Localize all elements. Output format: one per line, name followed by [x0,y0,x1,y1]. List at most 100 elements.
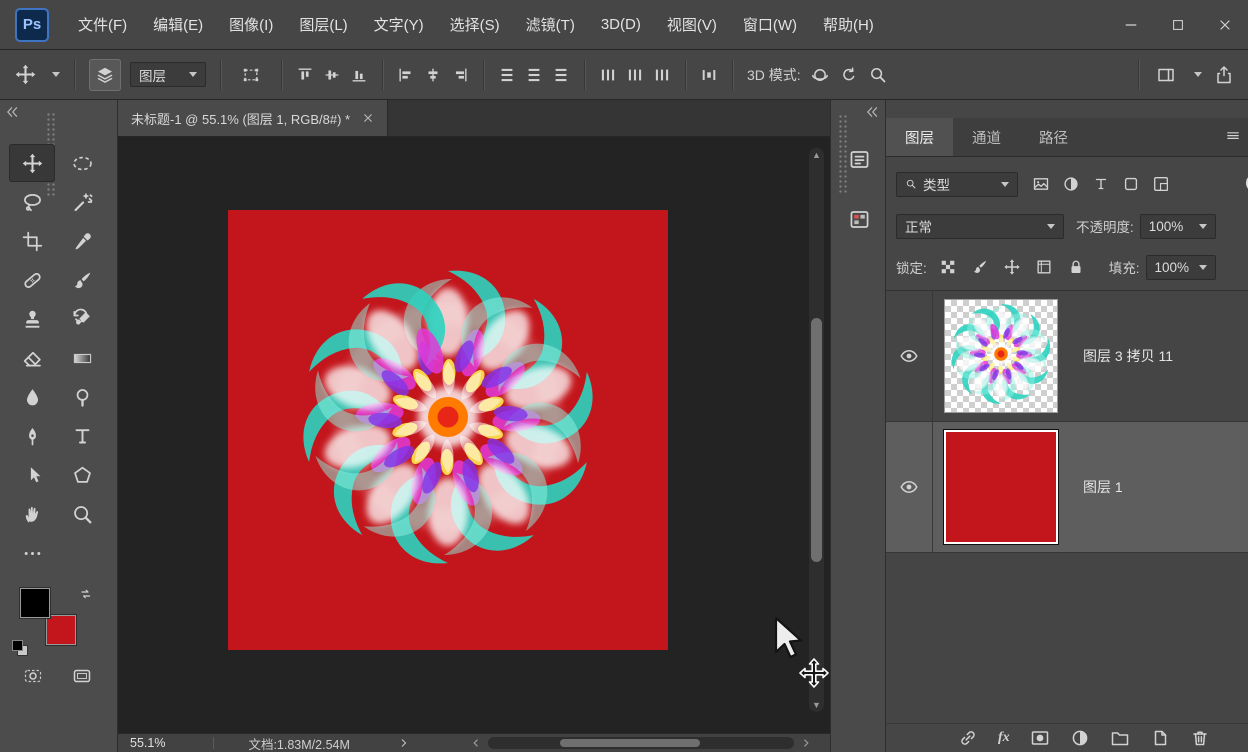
panel-tab-通道[interactable]: 通道 [953,118,1020,156]
auto-select-toggle[interactable] [89,58,121,91]
minimize-button[interactable] [1107,0,1154,49]
menu-item[interactable]: 帮助(H) [810,0,887,49]
layer-filter-dropdown[interactable]: 类型 [896,171,1018,197]
lock-position-icon[interactable] [1003,258,1021,276]
zoom-level-field[interactable]: 55.1% [130,736,165,750]
menu-item[interactable]: 视图(V) [654,0,730,49]
blend-mode-dropdown[interactable]: 正常 [896,213,1064,239]
collapsed-panel-button-2[interactable] [842,202,876,236]
marquee-tool[interactable] [59,144,105,182]
new-group-button[interactable] [1110,728,1130,748]
distribute-spacing-button[interactable] [700,66,718,84]
panel-tab-路径[interactable]: 路径 [1020,118,1087,156]
lasso-tool[interactable] [9,183,55,221]
lock-image-pixels-icon[interactable] [971,258,989,276]
maximize-button[interactable] [1154,0,1201,49]
expand-panels-icon[interactable] [865,105,879,119]
delete-layer-button[interactable] [1190,728,1210,748]
add-layer-mask-button[interactable] [1030,728,1050,748]
close-button[interactable] [1201,0,1248,49]
layer-name[interactable]: 图层 3 拷贝 11 [1069,291,1248,421]
menu-item[interactable]: 图层(L) [286,0,360,49]
screen-mode-button[interactable] [72,666,92,686]
layer-row[interactable]: 图层 1 [886,422,1248,553]
horizontal-scroll-thumb[interactable] [560,739,700,747]
zoom-3d-button[interactable] [868,65,888,85]
blur-tool[interactable] [9,378,55,416]
layer-row[interactable]: 图层 3 拷贝 11 [886,291,1248,422]
document-tab[interactable]: 未标题-1 @ 55.1% (图层 1, RGB/8#) * [118,100,389,136]
status-menu-chevron-icon[interactable] [398,737,410,749]
tool-preset-chevron-icon[interactable] [52,72,60,77]
panel-menu-icon[interactable] [1225,128,1241,144]
eraser-tool[interactable] [9,339,55,377]
brush-tool[interactable] [59,261,105,299]
clone-stamp-tool[interactable] [9,300,55,338]
filter-smart-objects-icon[interactable] [1152,175,1170,193]
opacity-field[interactable]: 100% [1139,213,1216,239]
share-button[interactable] [1214,65,1234,85]
lock-transparent-pixels-icon[interactable] [939,258,957,276]
menu-item[interactable]: 窗口(W) [730,0,810,49]
distribute-left-edges-button[interactable] [599,66,617,84]
link-layers-button[interactable] [958,728,978,748]
menu-item[interactable]: 文件(F) [65,0,140,49]
align-right-edges-button[interactable] [451,66,469,84]
filter-pixel-layers-icon[interactable] [1032,175,1050,193]
vertical-scroll-thumb[interactable] [811,318,822,562]
menu-item[interactable]: 文字(Y) [361,0,437,49]
distribute-horizontal-centers-button[interactable] [626,66,644,84]
eyedropper-tool[interactable] [59,222,105,260]
dodge-tool[interactable] [59,378,105,416]
collapse-tools-icon[interactable] [5,105,19,119]
menu-item[interactable]: 滤镜(T) [513,0,588,49]
auto-select-target-dropdown[interactable]: 图层 [130,62,206,87]
show-transform-controls-toggle[interactable] [235,59,267,91]
hand-tool[interactable] [9,495,55,533]
lock-all-icon[interactable] [1067,258,1085,276]
type-tool[interactable] [59,417,105,455]
orbit-3d-button[interactable] [810,65,830,85]
align-vertical-centers-button[interactable] [323,66,341,84]
swap-colors-icon[interactable] [78,586,94,602]
menu-item[interactable]: 图像(I) [216,0,286,49]
scroll-up-arrow[interactable]: ▲ [809,148,824,162]
align-bottom-edges-button[interactable] [350,66,368,84]
scroll-down-arrow[interactable]: ▼ [809,698,824,712]
layer-thumbnail[interactable] [933,422,1069,552]
new-adjustment-layer-button[interactable] [1070,728,1090,748]
filter-type-layers-icon[interactable] [1092,175,1110,193]
menu-item[interactable]: 编辑(E) [140,0,216,49]
fill-field[interactable]: 100% [1145,254,1216,280]
filter-shape-layers-icon[interactable] [1122,175,1140,193]
layer-name[interactable]: 图层 1 [1069,422,1248,552]
foreground-color-swatch[interactable] [20,588,50,618]
canvas-image[interactable] [228,210,668,650]
default-colors-icon[interactable] [12,640,28,656]
shape-tool[interactable] [59,456,105,494]
horizontal-scrollbar[interactable] [488,737,794,749]
magic-wand-tool[interactable] [59,183,105,221]
align-left-edges-button[interactable] [397,66,415,84]
gradient-tool[interactable] [59,339,105,377]
roll-3d-button[interactable] [839,65,859,85]
zoom-tool[interactable] [59,495,105,533]
background-color-swatch[interactable] [46,615,76,645]
layer-visibility-toggle[interactable] [886,291,933,421]
menu-item[interactable]: 3D(D) [588,0,654,49]
vertical-scrollbar[interactable]: ▲ ▼ [809,148,824,712]
workspace-panel-toggle-button[interactable] [1156,65,1176,85]
lock-artboard-icon[interactable] [1035,258,1053,276]
healing-brush-tool[interactable] [9,261,55,299]
menu-item[interactable]: 选择(S) [437,0,513,49]
more-tools[interactable] [9,534,55,572]
layer-style-button[interactable]: fx [998,730,1010,746]
distribute-bottom-edges-button[interactable] [552,66,570,84]
layer-thumbnail[interactable] [933,291,1069,421]
collapsed-panel-button-1[interactable] [842,142,876,176]
tab-close-icon[interactable] [362,112,374,124]
quick-mask-button[interactable] [23,666,43,686]
new-layer-button[interactable] [1150,728,1170,748]
history-brush-tool[interactable] [59,300,105,338]
distribute-vertical-centers-button[interactable] [525,66,543,84]
